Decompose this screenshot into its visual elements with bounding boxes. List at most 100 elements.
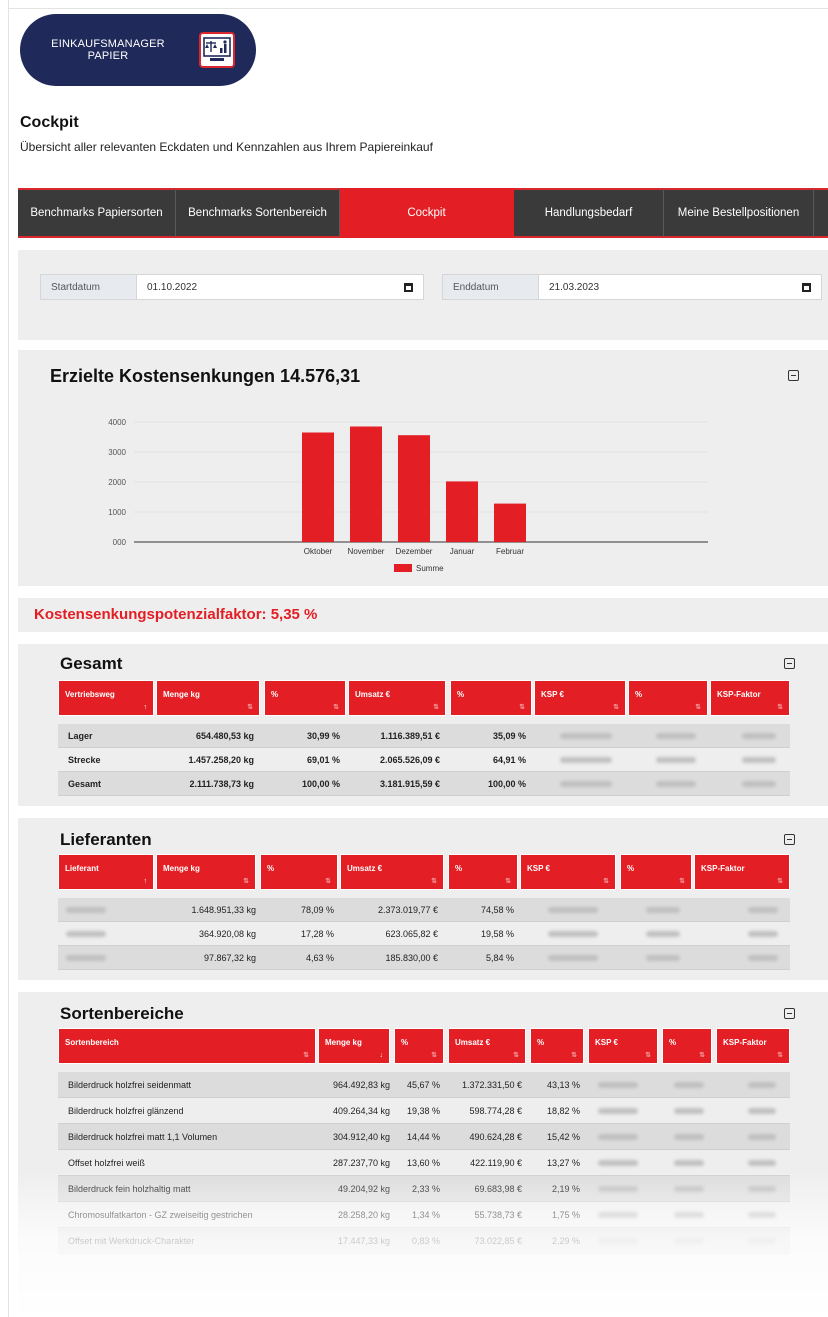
redacted-value — [748, 931, 778, 937]
column-header[interactable]: Menge kg ⇅ — [156, 680, 260, 716]
legend-label: Summe — [416, 564, 444, 573]
sort-icon[interactable]: ⇅ — [505, 877, 511, 885]
column-header-label: Sortenbereich — [65, 1038, 119, 1047]
tab-handlungsbedarf[interactable]: Handlungsbedarf — [514, 188, 664, 238]
table-cell: 43,13 % — [546, 1080, 580, 1090]
column-header[interactable]: KSP € ⇅ — [534, 680, 626, 716]
column-header[interactable]: KSP € ⇅ — [520, 854, 616, 890]
redacted-value — [748, 1082, 776, 1088]
table-cell: Bilderdruck holzfrei matt 1,1 Volumen — [68, 1132, 218, 1142]
table-cell: 304.912,40 kg — [332, 1132, 390, 1142]
table-cell: 97.867,32 kg — [203, 953, 256, 963]
x-tick-label: Januar — [450, 547, 475, 556]
column-header[interactable]: KSP-Faktor ⇅ — [694, 854, 790, 890]
sort-icon[interactable]: ⇅ — [777, 1051, 783, 1059]
tab-meine-bestellpositionen[interactable]: Meine Bestellpositionen — [664, 188, 814, 238]
sort-icon[interactable]: ⇅ — [303, 1051, 309, 1059]
sort-icon[interactable]: ⇅ — [695, 703, 701, 711]
page-title: Cockpit — [20, 114, 79, 131]
y-tick-label: 3000 — [108, 448, 126, 457]
column-header[interactable]: Sortenbereich ⇅ — [58, 1028, 316, 1064]
redacted-value — [742, 733, 776, 739]
tab-benchmarks-sortenbereich[interactable]: Benchmarks Sortenbereich — [176, 188, 340, 238]
table-row[interactable]: Lager 654.480,53 kg 30,99 % 1.116.389,51 € 3… — [58, 724, 790, 748]
column-header[interactable]: Menge kg ↓ — [318, 1028, 390, 1064]
redacted-value — [548, 955, 598, 961]
tab-benchmarks-papiersorten[interactable]: Benchmarks Papiersorten — [18, 188, 176, 238]
column-header[interactable]: % ⇅ — [450, 680, 532, 716]
sort-icon[interactable]: ⇅ — [699, 1051, 705, 1059]
app-logo[interactable]: EINKAUFSMANAGER PAPIER — [20, 14, 256, 86]
sort-icon[interactable]: ↓ — [380, 1052, 384, 1059]
table-cell: 19,58 % — [480, 929, 514, 939]
sort-icon[interactable]: ⇅ — [333, 703, 339, 711]
calendar-icon[interactable] — [802, 282, 811, 292]
table-row[interactable]: Bilderdruck holzfrei glänzend 409.264,34 … — [58, 1098, 790, 1124]
table-cell: 2.111.738,73 kg — [189, 779, 254, 789]
column-header[interactable]: Vertriebsweg ↑ — [58, 680, 154, 716]
calendar-icon[interactable] — [404, 282, 413, 292]
column-header[interactable]: % ⇅ — [264, 680, 346, 716]
column-header[interactable]: % ⇅ — [662, 1028, 712, 1064]
column-header[interactable]: KSP-Faktor ⇅ — [710, 680, 790, 716]
sort-icon[interactable]: ⇅ — [571, 1051, 577, 1059]
sort-icon[interactable]: ⇅ — [777, 877, 783, 885]
sort-icon[interactable]: ⇅ — [247, 703, 253, 711]
column-header[interactable]: Umsatz € ⇅ — [340, 854, 444, 890]
column-header[interactable]: % ⇅ — [260, 854, 338, 890]
column-header[interactable]: KSP € ⇅ — [588, 1028, 658, 1064]
table-cell: 654.480,53 kg — [195, 731, 254, 741]
redacted-value — [66, 931, 106, 937]
collapse-icon[interactable] — [784, 834, 795, 845]
ksp-factor-text: Kostensenkungspotenzialfaktor: 5,35 % — [34, 606, 318, 623]
collapse-icon[interactable] — [784, 1008, 795, 1019]
table-cell: 17,28 % — [300, 929, 334, 939]
sort-icon[interactable]: ⇅ — [243, 877, 249, 885]
sort-icon[interactable]: ⇅ — [645, 1051, 651, 1059]
table-row[interactable]: Bilderdruck holzfrei seidenmatt 964.492,8… — [58, 1072, 790, 1098]
sort-icon[interactable]: ⇅ — [679, 877, 685, 885]
table-row[interactable]: Bilderdruck holzfrei matt 1,1 Volumen 304… — [58, 1124, 790, 1150]
column-header[interactable]: % ⇅ — [394, 1028, 444, 1064]
bar-november — [350, 426, 382, 542]
redacted-value — [646, 955, 680, 961]
end-date-input[interactable]: 21.03.2023 — [539, 275, 821, 299]
table-row[interactable]: Strecke 1.457.258,20 kg 69,01 % 2.065.526,0… — [58, 748, 790, 772]
sort-icon[interactable]: ⇅ — [513, 1051, 519, 1059]
column-header-label: KSP-Faktor — [723, 1038, 767, 1047]
column-header[interactable]: Lieferant ↑ — [58, 854, 154, 890]
bar-januar — [446, 481, 478, 542]
sort-icon[interactable]: ↑ — [144, 878, 148, 885]
lieferanten-panel: Lieferanten Lieferant ↑ Menge kg ⇅% ⇅ Umsatz … — [18, 818, 828, 980]
sort-icon[interactable]: ⇅ — [325, 877, 331, 885]
redacted-value — [674, 1160, 704, 1166]
column-header[interactable]: % ⇅ — [620, 854, 692, 890]
bar-oktober — [302, 432, 334, 542]
column-header[interactable]: % ⇅ — [448, 854, 518, 890]
sort-icon[interactable]: ⇅ — [613, 703, 619, 711]
table-cell: 69,01 % — [306, 755, 340, 765]
column-header[interactable]: Umsatz € ⇅ — [348, 680, 446, 716]
column-header[interactable]: Umsatz € ⇅ — [448, 1028, 526, 1064]
sort-icon[interactable]: ⇅ — [519, 703, 525, 711]
column-header[interactable]: % ⇅ — [530, 1028, 584, 1064]
collapse-icon[interactable] — [784, 658, 795, 669]
column-header[interactable]: KSP-Faktor ⇅ — [716, 1028, 790, 1064]
column-header[interactable]: % ⇅ — [628, 680, 708, 716]
sort-icon[interactable]: ↑ — [144, 704, 148, 711]
table-row[interactable]: Gesamt 2.111.738,73 kg 100,00 % 3.181.915,5… — [58, 772, 790, 796]
date-filter-panel: Startdatum 01.10.2022 Enddatum 21.03.202… — [18, 250, 828, 340]
table-row[interactable]: 1.648.951,33 kg 78,09 % 2.373.019,77 € 74,5… — [58, 898, 790, 922]
sort-icon[interactable]: ⇅ — [431, 877, 437, 885]
tab-overflow[interactable] — [814, 188, 828, 238]
table-row[interactable]: 364.920,08 kg 17,28 % 623.065,82 € 19,58 % — [58, 922, 790, 946]
column-header[interactable]: Menge kg ⇅ — [156, 854, 256, 890]
table-row[interactable]: 97.867,32 kg 4,63 % 185.830,00 € 5,84 % — [58, 946, 790, 970]
tab-cockpit[interactable]: Cockpit — [340, 188, 514, 238]
start-date-input[interactable]: 01.10.2022 — [137, 275, 423, 299]
redacted-value — [560, 781, 612, 787]
sort-icon[interactable]: ⇅ — [433, 703, 439, 711]
sort-icon[interactable]: ⇅ — [777, 703, 783, 711]
sort-icon[interactable]: ⇅ — [431, 1051, 437, 1059]
sort-icon[interactable]: ⇅ — [603, 877, 609, 885]
